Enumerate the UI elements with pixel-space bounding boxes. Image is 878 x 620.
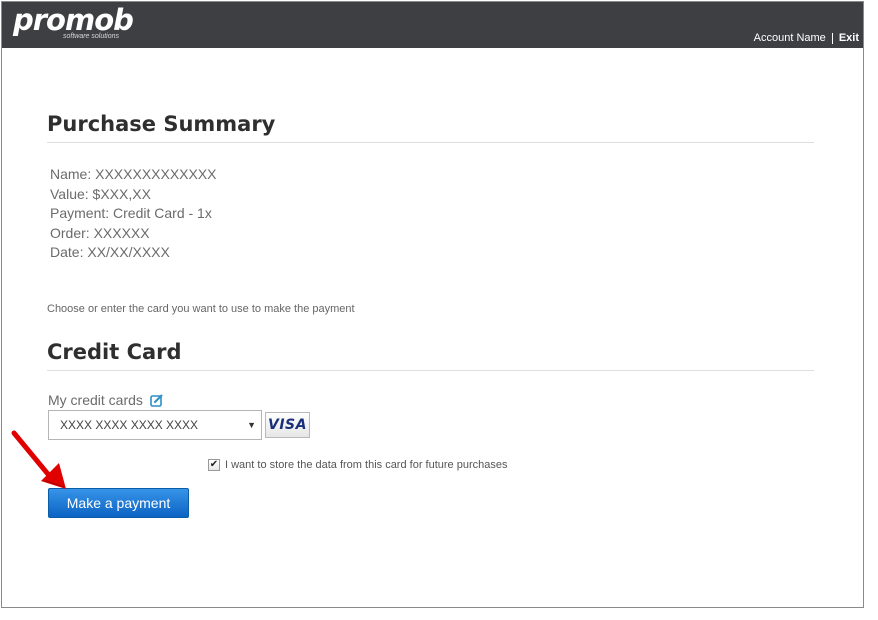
store-card-checkbox[interactable]: ✔ — [208, 459, 220, 471]
credit-card-select[interactable]: XXXX XXXX XXXX XXXX ▼ — [48, 410, 262, 440]
exit-link[interactable]: Exit — [839, 32, 859, 44]
summary-date: Date: XX/XX/XXXX — [50, 244, 170, 261]
edit-icon[interactable] — [150, 394, 163, 407]
divider — [831, 32, 833, 44]
payment-hint: Choose or enter the card you want to use… — [47, 303, 355, 315]
store-card-option: ✔ I want to store the data from this car… — [208, 459, 507, 471]
logo-tagline: software solutions — [63, 33, 120, 40]
credit-card-title: Credit Card — [47, 340, 182, 364]
account-name-link[interactable]: Account Name — [754, 32, 826, 44]
card-brand: VISA — [268, 417, 307, 433]
my-credit-cards-text: My credit cards — [48, 392, 143, 408]
my-credit-cards-label: My credit cards — [48, 392, 163, 408]
caret-down-icon: ▼ — [247, 420, 256, 430]
summary-payment: Payment: Credit Card - 1x — [50, 205, 212, 222]
summary-order: Order: XXXXXX — [50, 224, 150, 241]
divider — [47, 142, 814, 143]
store-card-label: I want to store the data from this card … — [225, 459, 508, 471]
purchase-summary-details: Name: XXXXXXXXXXXXX Value: $XXX,XX Payme… — [50, 165, 217, 263]
account-menu: Account Name Exit — [754, 32, 859, 44]
top-bar: promob software solutions Account Name E… — [2, 2, 863, 48]
logo-text: promob — [13, 3, 134, 37]
visa-card-icon: VISA — [265, 412, 310, 438]
red-arrow-icon — [11, 430, 66, 489]
summary-value: Value: $XXX,XX — [50, 185, 151, 202]
divider — [47, 370, 814, 371]
purchase-summary-title: Purchase Summary — [47, 112, 276, 136]
selected-card-value: XXXX XXXX XXXX XXXX — [60, 418, 199, 432]
promob-logo: promob software solutions — [13, 3, 134, 40]
summary-name: Name: XXXXXXXXXXXXX — [50, 166, 217, 182]
